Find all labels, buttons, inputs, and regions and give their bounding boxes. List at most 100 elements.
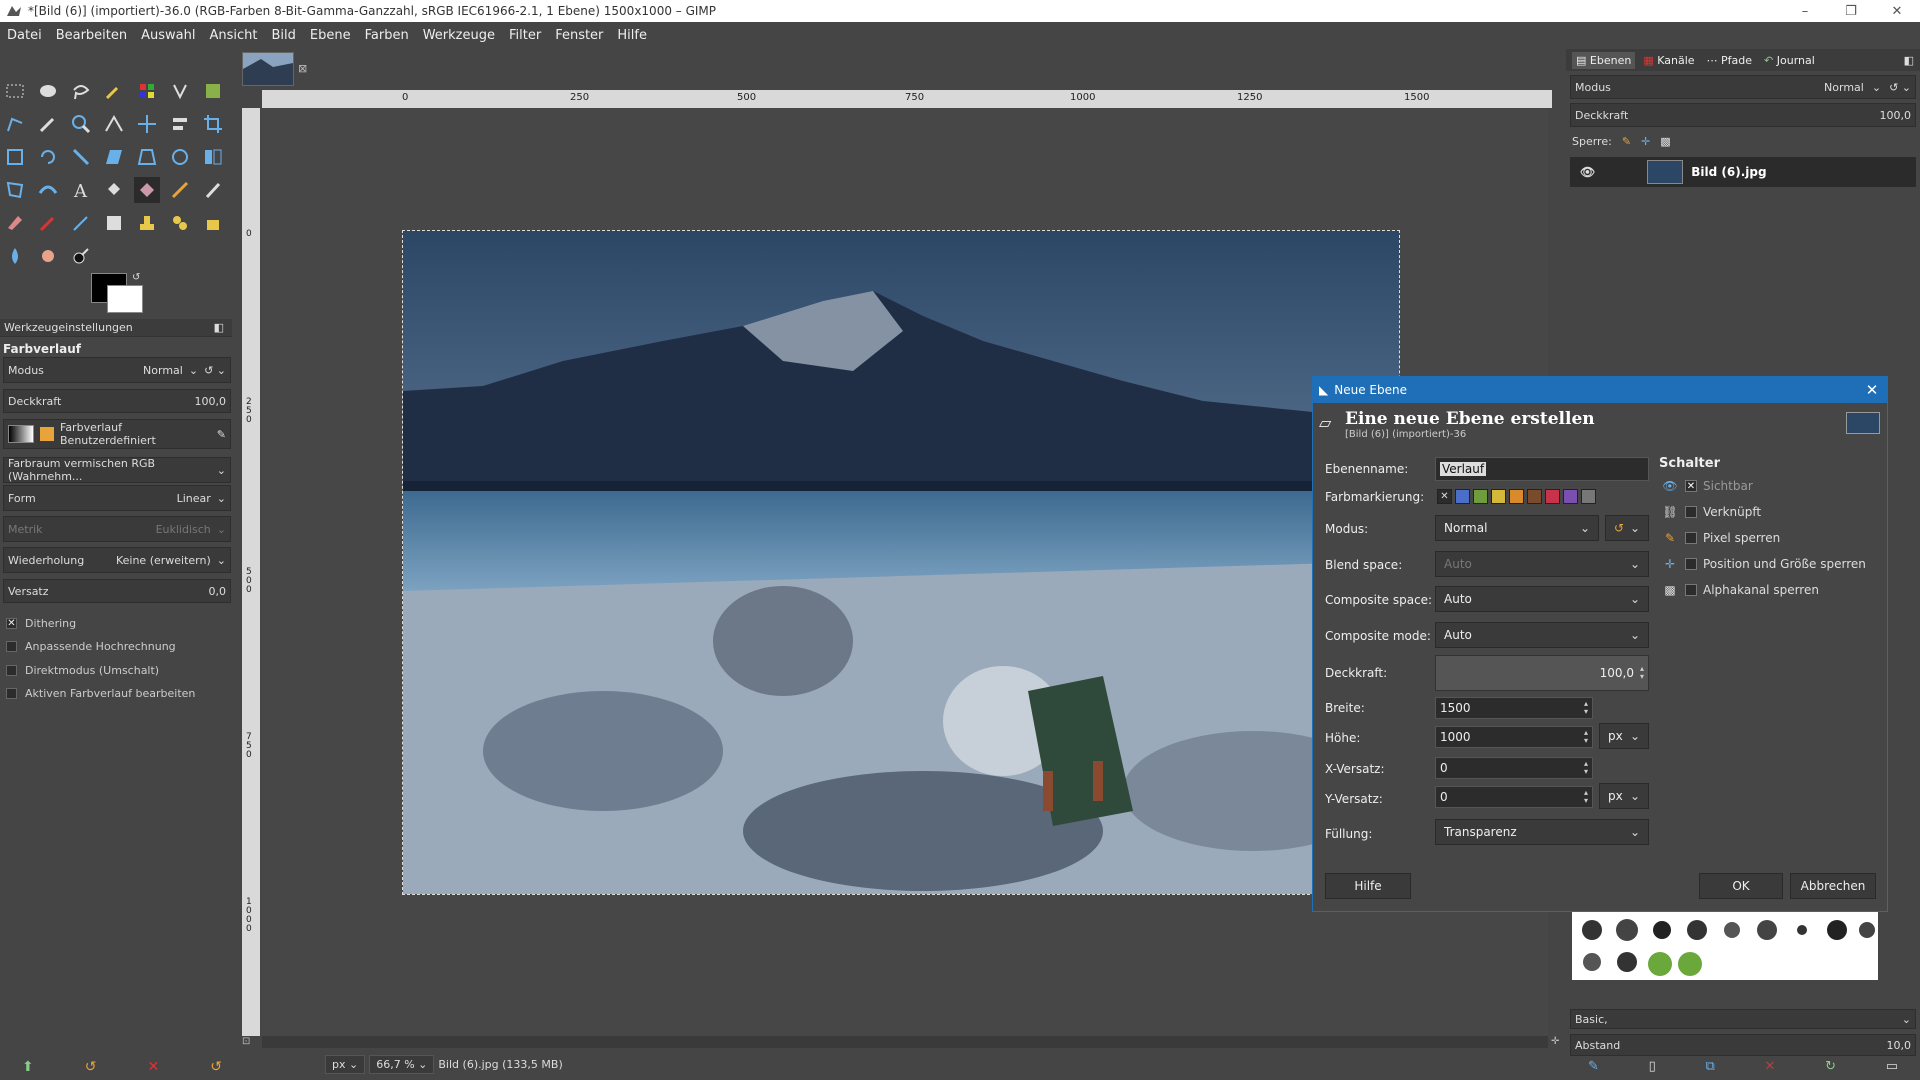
delete-options-icon[interactable]: ✕ bbox=[148, 1059, 160, 1075]
foreground-select-tool-icon[interactable] bbox=[200, 78, 226, 104]
perspective-clone-tool-icon[interactable] bbox=[200, 210, 226, 236]
menu-farben[interactable]: Farben bbox=[358, 28, 416, 43]
select-by-color-tool-icon[interactable] bbox=[134, 78, 160, 104]
fuzzy-select-tool-icon[interactable] bbox=[101, 78, 127, 104]
mode-reset-button[interactable]: ↺ ⌄ bbox=[1605, 515, 1649, 541]
gradient-tool-icon[interactable] bbox=[134, 177, 160, 203]
dodge-burn-tool-icon[interactable] bbox=[68, 243, 94, 269]
layer-name[interactable]: Bild (6).jpg bbox=[1691, 165, 1766, 179]
composite-space-select[interactable]: Auto ⌄ bbox=[1435, 586, 1649, 612]
ellipse-select-tool-icon[interactable] bbox=[35, 78, 61, 104]
bucket-fill-tool-icon[interactable] bbox=[101, 177, 127, 203]
spin-arrows-icon[interactable]: ▴ ▾ bbox=[1640, 665, 1644, 681]
cancel-button[interactable]: Abbrechen bbox=[1790, 873, 1876, 899]
blur-tool-icon[interactable] bbox=[2, 243, 28, 269]
eye-icon[interactable]: 👁 bbox=[1580, 165, 1595, 179]
menu-werkzeuge[interactable]: Werkzeuge bbox=[416, 28, 502, 43]
save-options-icon[interactable]: ⬆ bbox=[22, 1059, 34, 1075]
switch-lock-alpha[interactable]: ▩ Alphakanal sperren bbox=[1661, 581, 1819, 599]
restore-options-icon[interactable]: ↺ bbox=[85, 1059, 97, 1075]
scale-tool-icon[interactable] bbox=[68, 144, 94, 170]
mypaint-brush-tool-icon[interactable] bbox=[101, 210, 127, 236]
help-button[interactable]: Hilfe bbox=[1325, 873, 1411, 899]
lock-alpha-icon[interactable]: ▩ bbox=[1660, 135, 1670, 148]
tool-opacity-slider[interactable]: Deckkraft 100,0 bbox=[3, 389, 231, 413]
horizontal-scrollbar[interactable] bbox=[262, 1036, 1548, 1048]
open-brush-as-image-icon[interactable]: ▭ bbox=[1886, 1059, 1898, 1074]
pencil-tool-icon[interactable] bbox=[167, 177, 193, 203]
color-tag-blue[interactable] bbox=[1455, 489, 1470, 504]
layer-name-input[interactable]: Verlauf bbox=[1435, 457, 1649, 481]
navigate-icon[interactable]: ✛ bbox=[1551, 1036, 1559, 1047]
edit-brush-icon[interactable]: ✎ bbox=[1588, 1059, 1599, 1074]
image-tab-thumbnail[interactable] bbox=[242, 52, 294, 86]
blend-space-select[interactable]: Auto ⌄ bbox=[1435, 551, 1649, 577]
zoom-tool-icon[interactable] bbox=[68, 111, 94, 137]
checkbox-unchecked[interactable] bbox=[1685, 558, 1697, 570]
mode-select[interactable]: Normal ⌄ bbox=[1435, 515, 1599, 541]
duplicate-brush-icon[interactable]: ⧉ bbox=[1705, 1059, 1714, 1074]
menu-filter[interactable]: Filter bbox=[502, 28, 548, 43]
measure-tool-icon[interactable] bbox=[101, 111, 127, 137]
brushes-grid[interactable] bbox=[1572, 912, 1878, 980]
no-color-tag-icon[interactable]: ✕ bbox=[1437, 489, 1452, 504]
color-tag-orange[interactable] bbox=[1509, 489, 1524, 504]
switch-lock-position[interactable]: ✛ Position und Größe sperren bbox=[1661, 555, 1866, 573]
menu-datei[interactable]: Datei bbox=[0, 28, 49, 43]
gradient-preview[interactable] bbox=[8, 425, 34, 443]
switch-lock-pixels[interactable]: ✎ Pixel sperren bbox=[1661, 529, 1780, 547]
layer-mode-row[interactable]: Modus Normal ⌄ ↺ ⌄ bbox=[1570, 75, 1916, 99]
menu-ebene[interactable]: Ebene bbox=[303, 28, 358, 43]
tab-ebenen[interactable]: ▤ Ebenen bbox=[1572, 51, 1636, 69]
quick-mask-toggle-icon[interactable]: ⊡ bbox=[242, 1036, 250, 1047]
new-brush-icon[interactable]: ▯ bbox=[1649, 1059, 1656, 1074]
repeat-select[interactable]: Wiederholung Keine (erweitern) ⌄ bbox=[3, 547, 231, 573]
checkbox-unchecked[interactable] bbox=[6, 641, 17, 652]
switch-visible[interactable]: 👁 ✕ Sichtbar bbox=[1661, 477, 1752, 495]
text-tool-icon[interactable]: A bbox=[68, 177, 94, 203]
3d-transform-tool-icon[interactable] bbox=[167, 144, 193, 170]
maximize-button[interactable]: ❐ bbox=[1828, 4, 1874, 19]
unit-select[interactable]: px ⌄ bbox=[325, 1054, 366, 1074]
lasso-tool-icon[interactable] bbox=[68, 78, 94, 104]
cage-transform-tool-icon[interactable] bbox=[2, 177, 28, 203]
background-color-swatch[interactable] bbox=[107, 285, 143, 313]
menu-auswahl[interactable]: Auswahl bbox=[134, 28, 202, 43]
checkbox-unchecked[interactable] bbox=[6, 688, 17, 699]
spin-arrows-icon[interactable]: ▴ ▾ bbox=[1584, 789, 1588, 805]
switch-linked[interactable]: ⛓ Verknüpft bbox=[1661, 503, 1761, 521]
menu-hilfe[interactable]: Hilfe bbox=[610, 28, 654, 43]
layer-opacity-slider[interactable]: Deckkraft 100,0 bbox=[1570, 103, 1916, 127]
spin-arrows-icon[interactable]: ▴ ▾ bbox=[1584, 760, 1588, 776]
menu-fenster[interactable]: Fenster bbox=[548, 28, 610, 43]
checkbox-checked[interactable]: ✕ bbox=[1685, 480, 1697, 492]
smudge-tool-icon[interactable] bbox=[35, 243, 61, 269]
y-offset-input[interactable]: 0 ▴ ▾ bbox=[1435, 786, 1593, 808]
scissors-tool-icon[interactable] bbox=[167, 78, 193, 104]
menu-bild[interactable]: Bild bbox=[265, 28, 303, 43]
shape-select[interactable]: Form Linear ⌄ bbox=[3, 485, 231, 511]
checkbox-unchecked[interactable] bbox=[1685, 506, 1697, 518]
perspective-tool-icon[interactable] bbox=[134, 144, 160, 170]
spin-arrows-icon[interactable]: ▴ ▾ bbox=[1584, 729, 1588, 745]
heal-tool-icon[interactable] bbox=[167, 210, 193, 236]
paintbrush-tool-icon[interactable] bbox=[200, 177, 226, 203]
width-input[interactable]: 1500 ▴ ▾ bbox=[1435, 697, 1593, 719]
brush-spacing-slider[interactable]: Abstand 10,0 bbox=[1570, 1034, 1916, 1056]
ok-button[interactable]: OK bbox=[1699, 873, 1783, 899]
gradient-selector[interactable]: Farbverlauf Benutzerdefiniert ✎ bbox=[3, 419, 231, 449]
layer-row[interactable]: 👁 Bild (6).jpg bbox=[1570, 157, 1916, 187]
tool-mode-row[interactable]: Modus Normal ⌄ ↺ ⌄ bbox=[3, 357, 231, 383]
crop-tool-icon[interactable] bbox=[200, 111, 226, 137]
shear-tool-icon[interactable] bbox=[101, 144, 127, 170]
x-offset-input[interactable]: 0 ▴ ▾ bbox=[1435, 757, 1593, 779]
panel-menu-icon[interactable]: ◧ bbox=[1904, 54, 1914, 67]
color-tag-gray[interactable] bbox=[1581, 489, 1596, 504]
color-tag-violet[interactable] bbox=[1563, 489, 1578, 504]
color-tag-green[interactable] bbox=[1473, 489, 1488, 504]
dithering-checkbox[interactable]: ✕ Dithering bbox=[6, 617, 76, 630]
blend-colorspace-select[interactable]: Farbraum vermischen RGB (Wahrnehm... ⌄ bbox=[3, 457, 231, 483]
color-tag-yellow[interactable] bbox=[1491, 489, 1506, 504]
unified-transform-tool-icon[interactable] bbox=[2, 144, 28, 170]
spin-arrows-icon[interactable]: ▴ ▾ bbox=[1584, 700, 1588, 716]
